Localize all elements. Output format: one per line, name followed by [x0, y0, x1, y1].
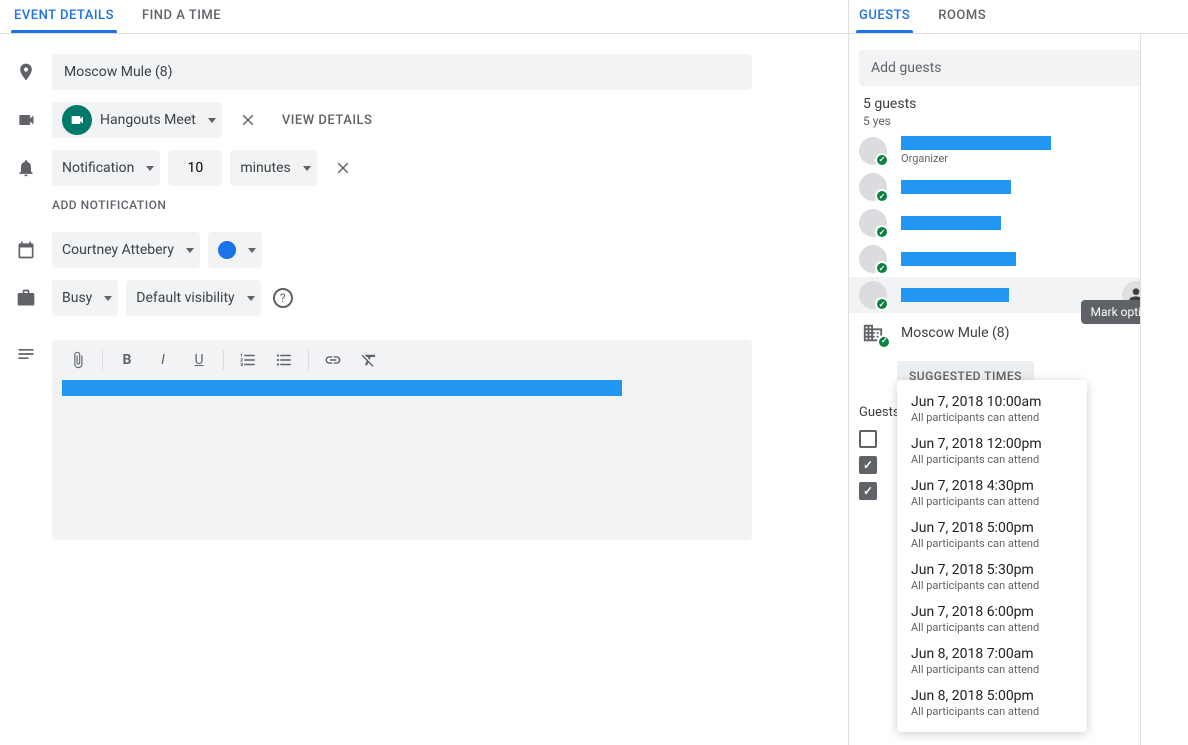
time-slot[interactable]: Jun 7, 2018 6:00pmAll participants can a…	[897, 598, 1087, 640]
perm-see-guests-checkbox[interactable]	[859, 482, 877, 500]
perm-modify-checkbox[interactable]	[859, 430, 877, 448]
avatar	[859, 137, 887, 165]
tab-find-a-time[interactable]: FIND A TIME	[142, 8, 221, 33]
right-rail	[1140, 34, 1188, 745]
bullet-list-button[interactable]	[268, 344, 300, 376]
visibility-select[interactable]: Default visibility	[126, 280, 260, 316]
hangouts-label: Hangouts Meet	[100, 112, 196, 128]
notification-value-input[interactable]	[168, 150, 222, 186]
guest-item[interactable]	[849, 205, 1188, 241]
view-details-link[interactable]: VIEW DETAILS	[282, 113, 373, 128]
perm-invite-checkbox[interactable]	[859, 456, 877, 474]
guest-name-redacted	[901, 180, 1011, 194]
time-slot[interactable]: Jun 7, 2018 4:30pmAll participants can a…	[897, 472, 1087, 514]
right-tabs: GUESTS ROOMS	[849, 0, 1188, 34]
guest-name-redacted	[901, 136, 1051, 150]
guest-item[interactable]	[849, 169, 1188, 205]
location-icon	[16, 62, 36, 82]
tab-event-details[interactable]: EVENT DETAILS	[14, 8, 114, 33]
guest-name-redacted	[901, 252, 1016, 266]
guest-summary: 5 guests 5 yes	[849, 96, 1188, 128]
time-slot[interactable]: Jun 7, 2018 10:00amAll participants can …	[897, 388, 1087, 430]
time-slot[interactable]: Jun 7, 2018 12:00pmAll participants can …	[897, 430, 1087, 472]
suggested-times-popup: Jun 7, 2018 10:00amAll participants can …	[897, 380, 1087, 732]
link-button[interactable]	[317, 344, 349, 376]
guest-item[interactable]: Organizer	[849, 132, 1188, 169]
remove-conference-button[interactable]	[230, 102, 266, 138]
guest-name-redacted	[901, 288, 1009, 302]
avatar	[859, 173, 887, 201]
add-notification-button[interactable]: ADD NOTIFICATION	[0, 194, 848, 220]
bold-button[interactable]: B	[111, 344, 143, 376]
calendar-owner-select[interactable]: Courtney Attebery	[52, 232, 200, 268]
building-icon	[859, 319, 887, 347]
editor-toolbar: B I U	[52, 340, 752, 380]
location-input[interactable]	[52, 54, 752, 90]
description-editor[interactable]: B I U	[52, 340, 752, 540]
notification-unit-select[interactable]: minutes	[230, 150, 316, 186]
description-content-redacted	[62, 380, 622, 396]
description-icon	[16, 344, 36, 364]
briefcase-icon	[16, 288, 36, 308]
time-slot[interactable]: Jun 7, 2018 5:00pmAll participants can a…	[897, 514, 1087, 556]
avatar	[859, 209, 887, 237]
guest-count: 5 guests	[863, 96, 1152, 112]
busy-select[interactable]: Busy	[52, 280, 118, 316]
time-slot[interactable]: Jun 8, 2018 5:00pmAll participants can a…	[897, 682, 1087, 724]
underline-button[interactable]: U	[183, 344, 215, 376]
numbered-list-button[interactable]	[232, 344, 264, 376]
guest-item[interactable]	[849, 241, 1188, 277]
attach-button[interactable]	[62, 344, 94, 376]
organizer-label: Organizer	[901, 152, 1178, 165]
remove-notification-button[interactable]	[325, 150, 361, 186]
time-slot[interactable]: Jun 8, 2018 7:00amAll participants can a…	[897, 640, 1087, 682]
guest-name-redacted	[901, 216, 1001, 230]
video-icon	[16, 110, 36, 130]
italic-button[interactable]: I	[147, 344, 179, 376]
bell-icon	[16, 158, 36, 178]
guest-yes-count: 5 yes	[863, 114, 1152, 128]
help-icon[interactable]: ?	[273, 288, 293, 308]
color-dot	[218, 241, 236, 259]
avatar	[859, 281, 887, 309]
notification-type-select[interactable]: Notification	[52, 150, 160, 186]
calendar-icon	[16, 240, 36, 260]
avatar	[859, 245, 887, 273]
tab-rooms[interactable]: ROOMS	[938, 8, 986, 33]
event-color-select[interactable]	[208, 232, 262, 268]
room-name: Moscow Mule (8)	[901, 325, 1178, 341]
time-slot[interactable]: Jun 7, 2018 5:30pmAll participants can a…	[897, 556, 1087, 598]
clear-format-button[interactable]	[353, 344, 385, 376]
tab-guests[interactable]: GUESTS	[859, 8, 910, 33]
add-guests-input[interactable]: Add guests	[859, 50, 1178, 86]
left-tabs: EVENT DETAILS FIND A TIME	[0, 0, 848, 34]
hangouts-meet-chip[interactable]: Hangouts Meet	[52, 102, 222, 138]
